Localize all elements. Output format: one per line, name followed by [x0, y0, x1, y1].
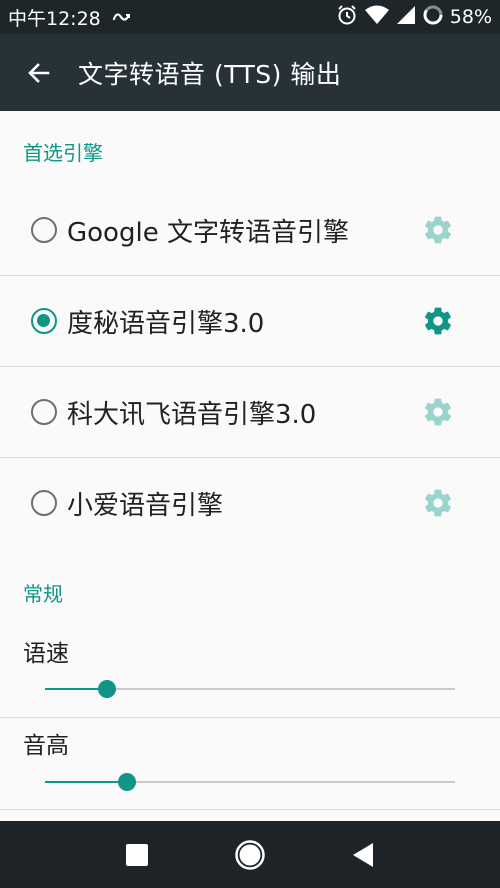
slider-fill	[45, 781, 127, 783]
battery-percent: 58%	[449, 6, 492, 28]
back-nav-button[interactable]	[343, 835, 383, 875]
status-time: 中午12:28	[8, 7, 101, 30]
engine-row-duer[interactable]: 度秘语音引擎3.0	[0, 276, 500, 367]
pitch-slider[interactable]	[45, 773, 455, 791]
section-header-general: 常规	[23, 582, 63, 606]
engine-label: 小爱语音引擎	[67, 490, 224, 521]
gear-icon[interactable]	[422, 487, 454, 519]
engine-row-iflytek[interactable]: 科大讯飞语音引擎3.0	[0, 367, 500, 458]
recents-icon	[125, 843, 148, 866]
page-title: 文字转语音 (TTS) 输出	[78, 59, 342, 89]
radio-button[interactable]	[31, 399, 57, 425]
engine-row-xiaoai[interactable]: 小爱语音引擎	[0, 458, 500, 548]
home-icon	[235, 839, 265, 870]
app-bar: 文字转语音 (TTS) 输出	[0, 34, 500, 111]
slider-label: 语速	[23, 641, 69, 667]
back-icon	[353, 842, 374, 867]
alarm-icon	[336, 4, 358, 31]
gear-icon[interactable]	[422, 305, 454, 337]
recents-button[interactable]	[117, 835, 157, 875]
section-header-preferred-engine: 首选引擎	[23, 141, 103, 165]
gear-icon[interactable]	[422, 396, 454, 428]
engine-row-google[interactable]: Google 文字转语音引擎	[0, 185, 500, 276]
settings-list: 首选引擎 Google 文字转语音引擎 度秘语音引擎3.0 科大讯飞语音引擎3.…	[0, 111, 500, 821]
pitch-setting: 音高	[0, 718, 500, 810]
engine-label: 科大讯飞语音引擎3.0	[67, 399, 317, 430]
speech-rate-slider[interactable]	[45, 680, 455, 698]
link-icon	[111, 6, 133, 28]
navigation-bar	[0, 821, 500, 888]
home-button[interactable]	[230, 835, 270, 875]
radio-button-selected[interactable]	[31, 308, 57, 334]
status-bar: 中午12:28 58%	[0, 0, 500, 34]
arrow-back-icon	[28, 62, 50, 83]
engine-label: Google 文字转语音引擎	[67, 217, 349, 248]
slider-label: 音高	[23, 733, 69, 759]
radio-button[interactable]	[31, 217, 57, 243]
battery-icon	[422, 4, 444, 31]
back-button[interactable]	[0, 34, 78, 111]
wifi-icon	[364, 5, 390, 30]
slider-thumb[interactable]	[97, 680, 116, 698]
speech-rate-setting: 语速	[0, 626, 500, 718]
radio-button[interactable]	[31, 490, 57, 516]
signal-icon	[396, 5, 416, 30]
engine-label: 度秘语音引擎3.0	[67, 308, 265, 339]
slider-thumb[interactable]	[118, 773, 136, 791]
gear-icon[interactable]	[422, 214, 454, 246]
